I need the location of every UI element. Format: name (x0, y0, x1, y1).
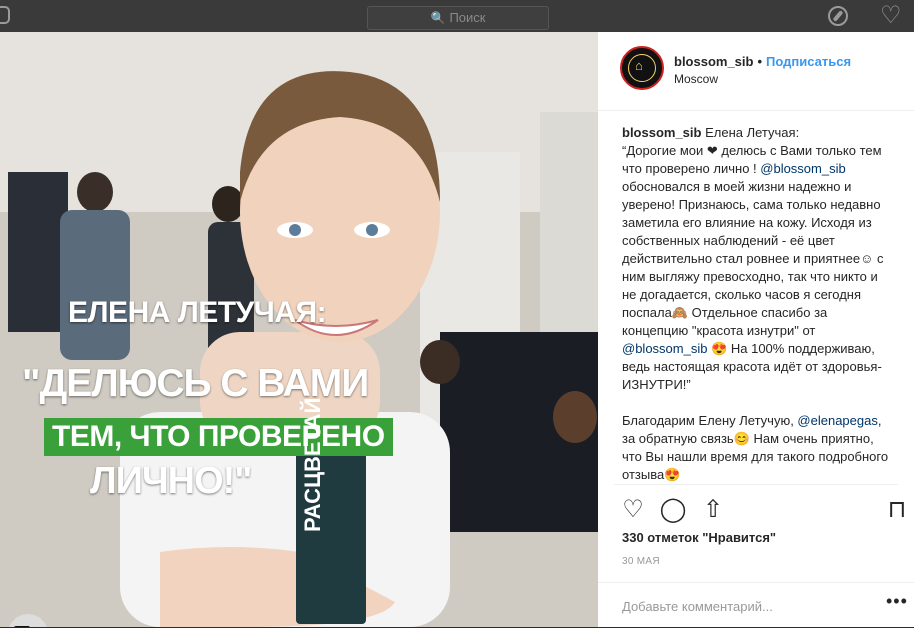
overlay-line-4: ЛИЧНО!" (90, 460, 252, 502)
caption-mention-2[interactable]: @blossom_sib (622, 341, 707, 356)
caption-text-b: обосновался в моей жизни надежно и увере… (622, 179, 884, 338)
like-heart-icon[interactable]: ♡ (620, 496, 646, 523)
search-icon: 🔍 (430, 11, 446, 25)
explore-compass-icon[interactable] (828, 6, 848, 26)
blossom-logo-icon (628, 54, 656, 82)
post-photo[interactable]: ЕЛЕНА ЛЕТУЧАЯ: "ДЕЛЮСЬ С ВАМИ ТЕМ, ЧТО П… (0, 32, 598, 627)
caption-text-d: Благодарим Елену Летучую, (622, 413, 798, 428)
caption-paragraph-1: blossom_sib Елена Летучая: “Дорогие мои ❤… (622, 124, 894, 394)
caption-author[interactable]: blossom_sib (622, 125, 701, 140)
caption-mention-1[interactable]: @blossom_sib (760, 161, 845, 176)
post-header: blossom_sib •Подписаться Moscow (598, 32, 914, 111)
more-options-icon[interactable]: ••• (886, 591, 908, 612)
top-navigation-bar: 🔍 Поиск ♡ (0, 0, 914, 32)
share-icon[interactable]: ⇧ (700, 496, 726, 523)
author-line: blossom_sib • Подписаться (674, 54, 851, 69)
author-avatar[interactable] (620, 46, 664, 90)
likes-count[interactable]: 330 отметок "Нравится" (622, 530, 776, 545)
separator-dot: • (757, 54, 763, 69)
caption-intro: Елена Летучая: (705, 125, 800, 140)
tagged-user-badge[interactable]: elenapegas (8, 614, 129, 627)
post-date: 30 МАЯ (622, 556, 660, 567)
author-username[interactable]: blossom_sib (674, 54, 753, 69)
search-placeholder: Поиск (449, 10, 486, 25)
actions-divider (614, 484, 898, 485)
overlay-line-1: ЕЛЕНА ЛЕТУЧАЯ: (68, 296, 327, 329)
tagged-user-avatar (8, 614, 48, 627)
product-tube-label: РАСЦВЕТАЙ (300, 397, 325, 532)
search-input[interactable]: 🔍 Поиск (367, 6, 549, 30)
comment-box: ••• (598, 582, 914, 628)
post-location[interactable]: Moscow (674, 72, 718, 86)
save-bookmark-icon[interactable]: ⊓ (884, 496, 910, 523)
caption-paragraph-2: Благодарим Елену Летучую, @elenapegas, з… (622, 412, 894, 484)
post-caption: blossom_sib Елена Летучая: “Дорогие мои ❤… (622, 124, 894, 502)
caption-mention-3[interactable]: @elenapegas (797, 413, 877, 428)
follow-button[interactable]: Подписаться (766, 54, 851, 69)
activity-heart-icon[interactable]: ♡ (880, 4, 902, 28)
instagram-logo-icon[interactable] (0, 6, 10, 24)
overlay-line-3-banner: ТЕМ, ЧТО ПРОВЕРЕНО (44, 418, 393, 456)
comment-bubble-icon[interactable]: ◯ (660, 496, 687, 523)
comment-input[interactable] (620, 595, 864, 617)
post-side-panel: blossom_sib •Подписаться Moscow blossom_s… (598, 32, 914, 627)
